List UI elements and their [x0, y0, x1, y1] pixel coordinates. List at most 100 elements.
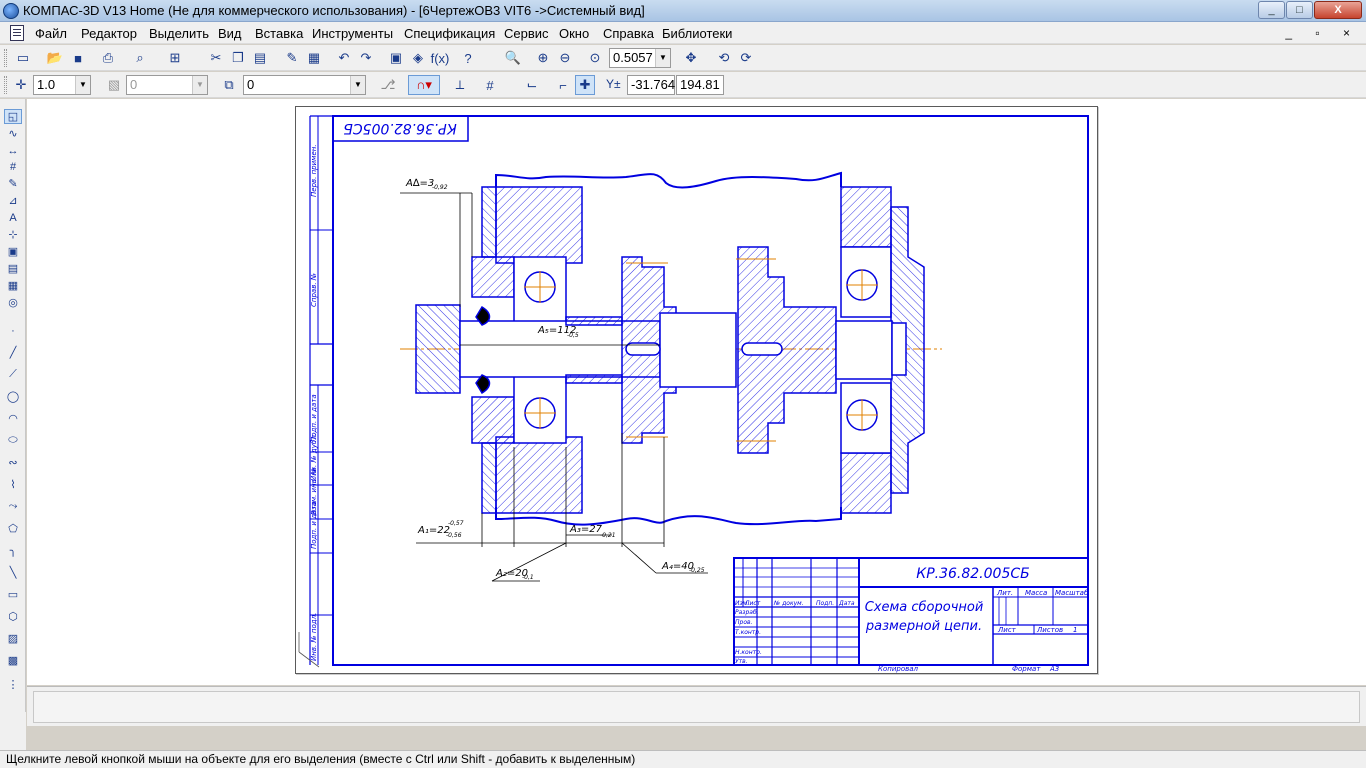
- menu-view[interactable]: Вид: [218, 26, 242, 41]
- ortho-icon[interactable]: ⟂: [450, 75, 470, 95]
- drawing-sheet[interactable]: Перв. примен. Справ. № Подп. и дата Инв.…: [295, 106, 1098, 674]
- bezier-icon[interactable]: ⤳: [4, 499, 22, 514]
- rectangle-icon[interactable]: ▭: [4, 587, 22, 602]
- point-icon[interactable]: ·: [4, 323, 22, 338]
- symbols-icon[interactable]: #: [4, 159, 22, 174]
- undo-icon[interactable]: ↶: [334, 48, 354, 68]
- menu-service[interactable]: Сервис: [504, 26, 549, 41]
- coordinate-system-icon[interactable]: ⌙: [522, 75, 542, 95]
- chamfer-icon[interactable]: ╲: [4, 565, 22, 580]
- toolbar-grip[interactable]: [4, 76, 7, 94]
- circle-icon[interactable]: ◯: [4, 389, 22, 404]
- maximize-button[interactable]: □: [1286, 1, 1313, 19]
- more-icon[interactable]: ⋮: [4, 677, 22, 692]
- selection-icon[interactable]: ⊹: [4, 227, 22, 242]
- print-preview-icon[interactable]: ⌕: [130, 48, 150, 68]
- drawing-canvas[interactable]: Перв. примен. Справ. № Подп. и дата Инв.…: [296, 107, 1099, 675]
- menu-file[interactable]: Файл: [35, 26, 67, 41]
- contour-icon[interactable]: ⬠: [4, 521, 22, 536]
- dimensions-icon[interactable]: ↔: [4, 143, 22, 158]
- menu-editor[interactable]: Редактор: [81, 26, 137, 41]
- round-icon[interactable]: ✚: [575, 75, 595, 95]
- side-label-original: Инв. № подл.: [310, 613, 318, 661]
- menu-tools[interactable]: Инструменты: [312, 26, 393, 41]
- layers-icon[interactable]: ⧉: [219, 75, 239, 95]
- format-brush-icon[interactable]: ✎: [282, 48, 302, 68]
- tree-icon[interactable]: ▣: [386, 48, 406, 68]
- geometry-icon[interactable]: ∿: [4, 126, 22, 141]
- zoom-in-icon[interactable]: ⊕: [533, 48, 553, 68]
- grid-icon[interactable]: #: [480, 75, 500, 95]
- cut-icon[interactable]: ✂: [206, 48, 226, 68]
- tb-sheets: Листов: [1036, 626, 1063, 634]
- manager-icon[interactable]: ⊞: [165, 48, 185, 68]
- dim-a5-tol: -0,5: [567, 332, 579, 339]
- copy-icon[interactable]: ❐: [228, 48, 248, 68]
- local-cs-icon[interactable]: ⎇: [378, 75, 398, 95]
- zoom-scale-icon[interactable]: ⊙: [585, 48, 605, 68]
- edit-icon[interactable]: ✎: [4, 176, 22, 191]
- segment-icon[interactable]: ⟋: [4, 367, 22, 382]
- zoom-combo[interactable]: 0.5057 ▼: [609, 48, 671, 68]
- select-tool-icon[interactable]: ◱: [4, 109, 22, 124]
- refresh-view-icon[interactable]: ⟲: [714, 48, 734, 68]
- toolbar-grip[interactable]: [4, 49, 7, 67]
- ortho-mode-icon[interactable]: ⌐: [553, 75, 573, 95]
- tb-format-value: А3: [1049, 665, 1059, 673]
- minimize-button[interactable]: _: [1258, 1, 1285, 19]
- specification-icon[interactable]: ▤: [4, 261, 22, 276]
- menu-select[interactable]: Выделить: [149, 26, 209, 41]
- zoom-out-icon[interactable]: ⊖: [555, 48, 575, 68]
- auxiliary-line-icon[interactable]: ╱: [4, 345, 22, 360]
- magnet-snap-icon[interactable]: ∩▾: [408, 75, 440, 95]
- new-document-icon[interactable]: ▭: [13, 48, 33, 68]
- open-folder-icon[interactable]: 📂: [45, 48, 65, 68]
- left-assembly: [415, 186, 737, 514]
- arc-icon[interactable]: ◠: [4, 411, 22, 426]
- menu-insert[interactable]: Вставка: [255, 26, 303, 41]
- associative-views-icon[interactable]: ▣: [4, 244, 22, 259]
- fillet-icon[interactable]: ╮: [4, 543, 22, 558]
- print-icon[interactable]: ⎙: [98, 48, 118, 68]
- mdi-window-controls[interactable]: _ ▫ ×: [1285, 26, 1360, 40]
- pan-icon[interactable]: ✥: [681, 48, 701, 68]
- polygon-icon[interactable]: ⬡: [4, 609, 22, 624]
- title-bar: КОМПАС-3D V13 Home (Не для коммерческого…: [0, 0, 1366, 22]
- save-icon[interactable]: ■: [68, 48, 88, 68]
- tb-row-sign: Подп.: [816, 600, 834, 607]
- chevron-down-icon[interactable]: ▼: [655, 49, 670, 67]
- ellipse-icon[interactable]: ⬭: [4, 433, 22, 448]
- drawing-workspace[interactable]: Перв. примен. Справ. № Подп. и дата Инв.…: [27, 99, 1366, 685]
- help-pointer-icon[interactable]: ?: [458, 48, 478, 68]
- properties-icon[interactable]: ▦: [304, 48, 324, 68]
- zoom-window-icon[interactable]: 🔍: [503, 48, 523, 68]
- insert-icon[interactable]: ◎: [4, 295, 22, 310]
- hatch-icon[interactable]: ▨: [4, 631, 22, 646]
- paste-icon[interactable]: ▤: [250, 48, 270, 68]
- rebuild-icon[interactable]: ⟳: [736, 48, 756, 68]
- menu-window[interactable]: Окно: [559, 26, 589, 41]
- status-bar: Щелкните левой кнопкой мыши на объекте д…: [0, 750, 1366, 768]
- library-manager-icon[interactable]: ◈: [408, 48, 428, 68]
- parametrize-icon[interactable]: ⊿: [4, 193, 22, 208]
- chevron-down-icon[interactable]: ▼: [350, 76, 365, 94]
- step-combo[interactable]: 1.0 ▼: [33, 75, 91, 95]
- fill-icon[interactable]: ▩: [4, 653, 22, 668]
- polyline-icon[interactable]: ⌇: [4, 477, 22, 492]
- redo-icon[interactable]: ↷: [356, 48, 376, 68]
- menu-specification[interactable]: Спецификация: [404, 26, 495, 41]
- cursor-step-icon[interactable]: ✛: [11, 75, 31, 95]
- property-panel-body[interactable]: [33, 691, 1360, 723]
- measure-icon[interactable]: A: [4, 210, 22, 225]
- layer-combo[interactable]: 0 ▼: [243, 75, 366, 95]
- chevron-down-icon[interactable]: ▼: [75, 76, 90, 94]
- menu-help[interactable]: Справка: [603, 26, 654, 41]
- spline-icon[interactable]: ∾: [4, 455, 22, 470]
- menu-libraries[interactable]: Библиотеки: [662, 26, 732, 41]
- coord-y-field[interactable]: 194.81: [676, 75, 724, 95]
- document-icon[interactable]: [10, 25, 24, 41]
- close-button[interactable]: X: [1314, 1, 1362, 19]
- reports-icon[interactable]: ▦: [4, 278, 22, 293]
- coord-x-field[interactable]: -31.764: [627, 75, 675, 95]
- variables-icon[interactable]: f(x): [430, 48, 450, 68]
